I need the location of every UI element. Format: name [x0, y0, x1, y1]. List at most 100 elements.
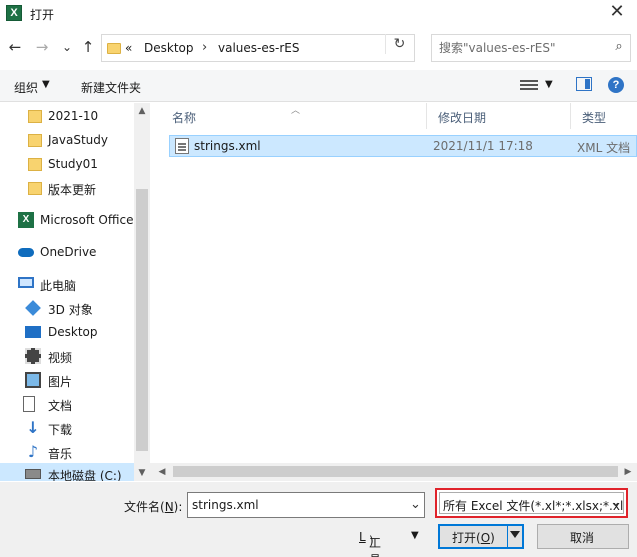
- documents-icon: [23, 396, 35, 412]
- xml-file-icon: [175, 138, 189, 154]
- forward-arrow-icon[interactable]: →: [33, 38, 51, 56]
- video-icon: [25, 348, 41, 364]
- file-type-filter-value: 所有 Excel 文件(*.xl*;*.xlsx;*.xl: [443, 499, 624, 513]
- tools-label: 工具(L): [359, 530, 382, 557]
- column-header-modified[interactable]: 修改日期: [427, 103, 571, 129]
- sidebar-item-2021-10[interactable]: 2021-10: [0, 105, 135, 127]
- preview-pane-icon[interactable]: [576, 77, 592, 91]
- column-header-type[interactable]: 类型: [571, 103, 637, 129]
- computer-icon: [18, 277, 34, 288]
- file-list-scrollbar[interactable]: ◀ ▶: [150, 463, 637, 481]
- file-type: XML 文档: [577, 141, 631, 155]
- breadcrumb-desktop[interactable]: Desktop: [144, 41, 194, 55]
- folder-icon: [107, 43, 121, 54]
- folder-icon: [28, 134, 42, 147]
- column-header-name[interactable]: 名称 ︿: [161, 103, 427, 129]
- command-toolbar: 组织 ▼ 新建文件夹 ▼ ?: [0, 70, 637, 102]
- sidebar-item-videos[interactable]: 视频: [0, 345, 135, 367]
- excel-icon: X: [6, 5, 22, 21]
- chevron-down-icon[interactable]: ⌄: [610, 495, 621, 510]
- file-list: 名称 ︿ 修改日期 类型 strings.xml 2021/11/1 17:18…: [161, 103, 637, 481]
- recent-locations-chevron-icon[interactable]: ⌄: [58, 38, 76, 56]
- new-folder-button[interactable]: 新建文件夹: [81, 79, 141, 96]
- scroll-right-arrow-icon[interactable]: ▶: [620, 464, 636, 480]
- breadcrumb-overflow[interactable]: «: [125, 41, 132, 55]
- column-header-label: 类型: [582, 111, 607, 125]
- sidebar-item-label: 本地磁盘 (C:): [48, 469, 122, 481]
- sidebar-item-pictures[interactable]: 图片: [0, 369, 135, 391]
- title-bar: X 打开 ✕: [0, 0, 637, 28]
- sidebar-item-microsoft-office[interactable]: X Microsoft Office: [0, 209, 135, 231]
- dialog-footer: 文件名(N): strings.xml ⌄ 所有 Excel 文件(*.xl*;…: [0, 482, 637, 557]
- file-type-filter-select[interactable]: 所有 Excel 文件(*.xl*;*.xlsx;*.xl ⌄: [439, 492, 624, 514]
- file-type-filter-highlight: 所有 Excel 文件(*.xl*;*.xlsx;*.xl ⌄: [435, 488, 628, 518]
- open-button[interactable]: 打开(O): [438, 524, 524, 549]
- help-icon[interactable]: ?: [608, 77, 624, 93]
- sidebar-item-local-disk-c[interactable]: 本地磁盘 (C:): [0, 463, 135, 481]
- back-arrow-icon[interactable]: ←: [6, 38, 24, 56]
- sidebar-item-label: 下载: [48, 423, 73, 437]
- sidebar-item-documents[interactable]: 文档: [0, 393, 135, 415]
- file-list-scroll-thumb[interactable]: [173, 466, 618, 477]
- open-options-caret-icon[interactable]: [510, 531, 520, 538]
- view-options-icon[interactable]: [520, 78, 538, 92]
- organize-button[interactable]: 组织: [14, 79, 38, 96]
- search-input[interactable]: [433, 36, 603, 60]
- sidebar-item-label: 2021-10: [48, 109, 99, 123]
- sidebar-item-music[interactable]: ♪ 音乐: [0, 441, 135, 463]
- column-header-label: 名称: [172, 111, 197, 125]
- navigation-pane: 2021-10 JavaStudy Study01 版本更新 X Microso…: [0, 103, 150, 481]
- open-label: 打开(O): [452, 531, 495, 545]
- cloud-icon: [18, 248, 34, 257]
- pictures-icon: [25, 372, 41, 388]
- close-icon[interactable]: ✕: [600, 2, 634, 24]
- music-icon: ♪: [27, 442, 39, 461]
- chevron-down-icon[interactable]: ⌄: [410, 497, 421, 512]
- sidebar-item-label: Study01: [48, 157, 98, 171]
- sidebar-item-3d-objects[interactable]: 3D 对象: [0, 297, 135, 319]
- sidebar-item-desktop[interactable]: Desktop: [0, 321, 135, 343]
- table-row[interactable]: strings.xml 2021/11/1 17:18 XML 文档: [169, 135, 637, 157]
- tools-caret-icon: ▼: [411, 530, 419, 541]
- organize-caret-icon[interactable]: ▼: [42, 79, 50, 90]
- sidebar-item-label: JavaStudy: [48, 133, 108, 147]
- sidebar-item-version-update[interactable]: 版本更新: [0, 177, 135, 199]
- open-split-divider: [507, 525, 508, 548]
- sidebar-item-label: 图片: [48, 375, 73, 389]
- up-arrow-icon[interactable]: ↑: [79, 38, 97, 56]
- scroll-down-arrow-icon[interactable]: ▼: [134, 465, 150, 481]
- file-modified: 2021/11/1 17:18: [433, 139, 533, 153]
- sidebar-item-onedrive[interactable]: OneDrive: [0, 241, 135, 263]
- filename-value: strings.xml: [192, 498, 259, 512]
- breadcrumb-chevron-icon[interactable]: ›: [202, 40, 207, 55]
- view-options-caret-icon[interactable]: ▼: [545, 79, 553, 90]
- sidebar-item-downloads[interactable]: ↓ 下载: [0, 417, 135, 439]
- search-box[interactable]: ⌕: [431, 34, 631, 62]
- desktop-icon: [25, 326, 41, 338]
- download-icon: ↓: [26, 418, 40, 437]
- search-icon[interactable]: ⌕: [612, 40, 626, 54]
- 3d-objects-icon: [25, 300, 41, 316]
- cancel-button[interactable]: 取消: [537, 524, 629, 549]
- sidebar-scroll-thumb[interactable]: [136, 189, 148, 451]
- sidebar-scrollbar[interactable]: ▲ ▼: [134, 103, 150, 481]
- refresh-icon[interactable]: ↻: [385, 34, 413, 54]
- sidebar-item-label: 音乐: [48, 447, 73, 461]
- sidebar-item-javastudy[interactable]: JavaStudy: [0, 129, 135, 151]
- sidebar-item-label: 版本更新: [48, 183, 97, 197]
- sidebar-item-label: Microsoft Office: [40, 213, 134, 227]
- address-bar[interactable]: « Desktop › values-es-rES ⌄: [101, 34, 474, 62]
- sidebar-item-label: 视频: [48, 351, 73, 365]
- breadcrumb-values-es-res[interactable]: values-es-rES: [218, 41, 299, 55]
- filename-input[interactable]: strings.xml ⌄: [187, 492, 425, 518]
- filename-label: 文件名(N):: [124, 500, 183, 514]
- tools-button[interactable]: 工具(L) ▼: [349, 526, 429, 557]
- sidebar-item-label: 文档: [48, 399, 73, 413]
- drive-icon: [25, 469, 41, 479]
- file-name: strings.xml: [194, 139, 261, 153]
- scroll-left-arrow-icon[interactable]: ◀: [154, 464, 170, 480]
- sidebar-item-this-pc[interactable]: 此电脑: [0, 273, 135, 295]
- sidebar-item-study01[interactable]: Study01: [0, 153, 135, 175]
- sidebar-item-label: Desktop: [48, 325, 98, 339]
- scroll-up-arrow-icon[interactable]: ▲: [134, 103, 150, 119]
